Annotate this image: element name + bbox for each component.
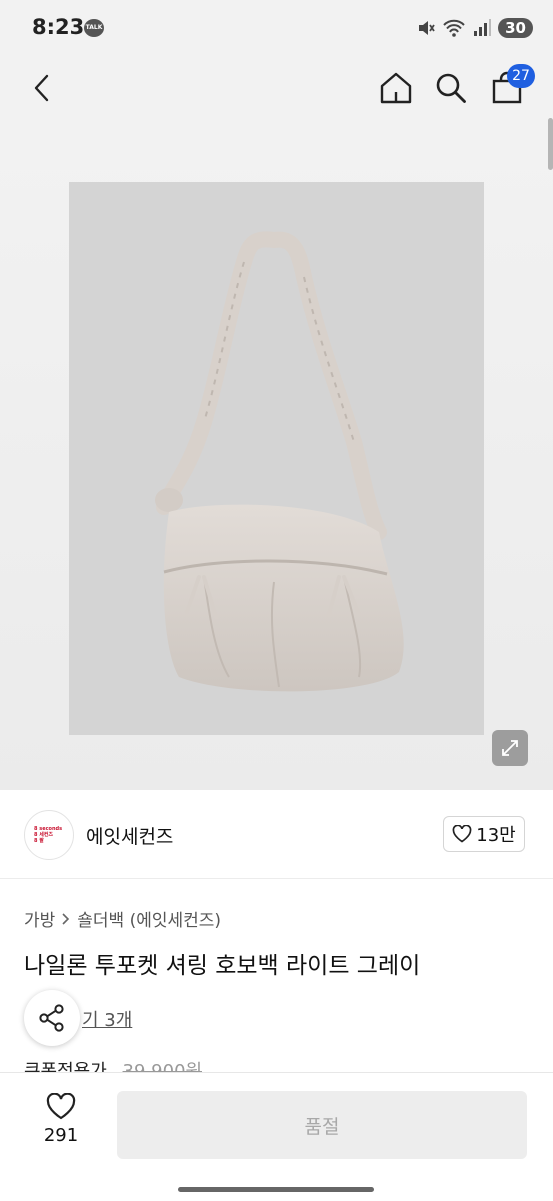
brand-logo-text: 8 seconds 8 세컨즈 8 팔 bbox=[34, 826, 63, 844]
back-button[interactable] bbox=[20, 66, 64, 110]
product-title: 나일론 투포켓 셔링 호보백 라이트 그레이 bbox=[24, 953, 421, 979]
coupon-price-label: 쿠폰적용가 bbox=[24, 1061, 107, 1072]
battery-indicator: 30 bbox=[498, 18, 533, 38]
chevron-right-icon bbox=[62, 912, 70, 925]
status-bar: 8:23 TALK 30 bbox=[0, 0, 553, 56]
signal-icon bbox=[474, 19, 492, 36]
top-nav: 27 bbox=[0, 56, 553, 120]
status-time: 8:23 bbox=[32, 15, 85, 39]
review-link[interactable]: 기 3개 bbox=[82, 1006, 132, 1032]
home-icon bbox=[380, 72, 412, 104]
expand-icon bbox=[502, 740, 518, 756]
expand-image-button[interactable] bbox=[492, 730, 528, 766]
home-indicator bbox=[178, 1187, 374, 1192]
product-photo[interactable] bbox=[69, 182, 484, 735]
breadcrumb: 가방 숄더백 (에잇세컨즈) bbox=[24, 906, 221, 931]
heart-icon bbox=[452, 825, 472, 843]
price-row: 쿠폰적용가 39,900원 bbox=[24, 1058, 202, 1072]
bottom-action-bar: 291 품절 bbox=[0, 1072, 553, 1201]
wishlist-count: 291 bbox=[43, 1125, 79, 1146]
share-icon bbox=[39, 1004, 64, 1032]
wifi-icon bbox=[443, 19, 465, 37]
chevron-left-icon bbox=[34, 74, 49, 102]
wishlist-button[interactable]: 291 bbox=[22, 1093, 100, 1159]
brand-logo[interactable]: 8 seconds 8 세컨즈 8 팔 bbox=[24, 810, 74, 860]
hobo-bag-illustration bbox=[155, 231, 404, 692]
kakaotalk-icon: TALK bbox=[84, 19, 104, 37]
heart-icon bbox=[46, 1093, 76, 1120]
home-button[interactable] bbox=[374, 66, 418, 110]
cart-count-badge: 27 bbox=[507, 64, 535, 88]
scroll-indicator[interactable] bbox=[548, 118, 553, 170]
breadcrumb-category[interactable]: 가방 bbox=[24, 906, 55, 931]
search-button[interactable] bbox=[429, 66, 473, 110]
original-price: 39,900원 bbox=[122, 1061, 203, 1072]
brand-like-count: 13만 bbox=[476, 825, 516, 846]
breadcrumb-subcategory[interactable]: 숄더백 (에잇세컨즈) bbox=[77, 906, 221, 931]
mute-icon bbox=[419, 21, 435, 35]
brand-name[interactable]: 에잇세컨즈 bbox=[86, 822, 173, 849]
status-icons: 30 bbox=[416, 16, 533, 40]
sold-out-button[interactable]: 품절 bbox=[117, 1091, 527, 1159]
search-icon bbox=[436, 73, 466, 103]
brand-row: 8 seconds 8 세컨즈 8 팔 에잇세컨즈 13만 bbox=[0, 790, 553, 879]
product-image-area bbox=[0, 120, 553, 790]
brand-like-button[interactable]: 13만 bbox=[443, 816, 525, 852]
cart-button[interactable]: 27 bbox=[485, 64, 535, 110]
share-button[interactable] bbox=[24, 990, 80, 1046]
